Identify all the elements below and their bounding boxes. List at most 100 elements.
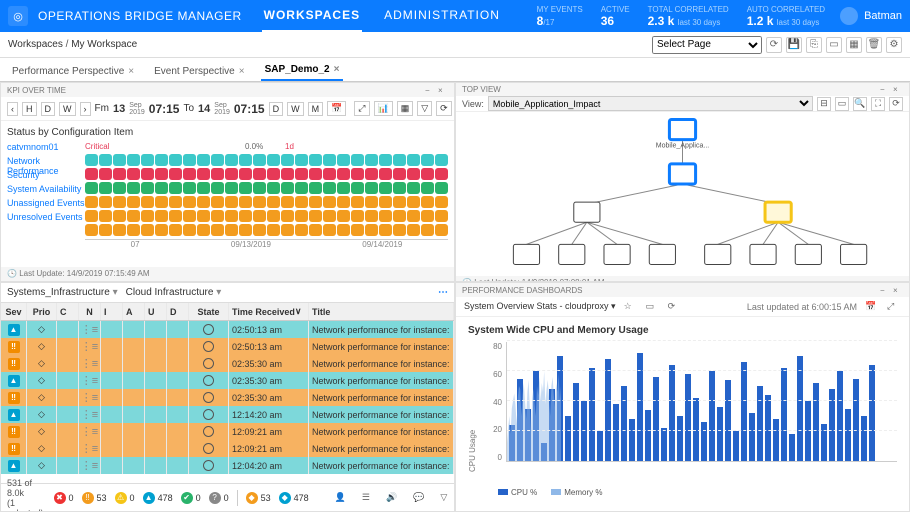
new-icon[interactable]: ▭ xyxy=(646,301,660,312)
kpi-cell[interactable] xyxy=(127,182,140,194)
kpi-cell[interactable] xyxy=(407,154,420,166)
tab-performance-perspective[interactable]: Performance Perspective× xyxy=(8,62,138,81)
kpi-cell[interactable] xyxy=(155,210,168,222)
kpi-cell[interactable] xyxy=(113,224,126,236)
star-icon[interactable]: ☆ xyxy=(624,301,638,312)
kpi-cell[interactable] xyxy=(379,182,392,194)
range-day2[interactable]: D xyxy=(269,102,284,116)
chart-bar[interactable] xyxy=(805,401,811,461)
fit-icon[interactable]: ⛶ xyxy=(871,97,885,111)
chart-bar[interactable] xyxy=(861,416,867,461)
table-icon[interactable]: ▦ xyxy=(397,101,414,116)
severity-count[interactable]: ⚠0 xyxy=(115,492,135,504)
kpi-cell[interactable] xyxy=(267,154,280,166)
kpi-cell[interactable] xyxy=(267,210,280,222)
kpi-cell[interactable] xyxy=(169,154,182,166)
kpi-cell[interactable] xyxy=(211,168,224,180)
tab-event-perspective[interactable]: Event Perspective× xyxy=(150,62,248,81)
user-menu[interactable]: Batman xyxy=(840,7,902,25)
kpi-cell[interactable] xyxy=(295,196,308,208)
chart-bar[interactable] xyxy=(709,371,715,461)
kpi-cell[interactable] xyxy=(239,210,252,222)
kpi-cell[interactable] xyxy=(197,224,210,236)
chart-bar[interactable] xyxy=(669,365,675,461)
kpi-cell[interactable] xyxy=(365,154,378,166)
chart-bar[interactable] xyxy=(845,409,851,462)
kpi-cell[interactable] xyxy=(309,196,322,208)
kpi-cell[interactable] xyxy=(379,224,392,236)
tool-layout-icon[interactable]: ▦ xyxy=(846,37,862,53)
chart-bar[interactable] xyxy=(589,368,595,461)
kpi-cell[interactable] xyxy=(253,168,266,180)
kpi-cell[interactable] xyxy=(337,182,350,194)
kpi-cell[interactable] xyxy=(337,224,350,236)
kpi-cell[interactable] xyxy=(239,154,252,166)
chart-bar[interactable] xyxy=(597,431,603,461)
kpi-cell[interactable] xyxy=(281,168,294,180)
view-selector[interactable]: Mobile_Application_Impact xyxy=(488,96,813,111)
tab-sap-demo-2[interactable]: SAP_Demo_2× xyxy=(261,60,344,81)
kpi-cell[interactable] xyxy=(155,154,168,166)
chat-icon[interactable]: 💬 xyxy=(413,492,424,503)
calendar-icon[interactable]: 📅 xyxy=(865,301,879,312)
tree-icon[interactable]: ⊟ xyxy=(817,97,831,111)
chart-bar[interactable] xyxy=(757,386,763,461)
severity-count[interactable]: ‼53 xyxy=(82,492,107,504)
kpi-cell[interactable] xyxy=(169,182,182,194)
kpi-cell[interactable] xyxy=(197,196,210,208)
kpi-cell[interactable] xyxy=(183,196,196,208)
kpi-cell[interactable] xyxy=(393,196,406,208)
kpi-cell[interactable] xyxy=(393,154,406,166)
chart-bar[interactable] xyxy=(813,383,819,461)
close-icon[interactable]: × xyxy=(438,86,448,95)
kpi-cell[interactable] xyxy=(281,224,294,236)
nav-workspaces[interactable]: WORKSPACES xyxy=(262,0,362,33)
kpi-cell[interactable] xyxy=(253,210,266,222)
kpi-cell[interactable] xyxy=(197,182,210,194)
close-icon[interactable]: × xyxy=(239,66,245,77)
close-icon[interactable]: × xyxy=(334,64,340,75)
expand-icon[interactable]: ⤢ xyxy=(354,101,369,116)
chart-bar[interactable] xyxy=(837,371,843,461)
kpi-cell[interactable] xyxy=(323,154,336,166)
kpi-cell[interactable] xyxy=(253,182,266,194)
table-row[interactable]: ‼◇⋮≡02:35:30 amNetwork performance for i… xyxy=(1,389,454,406)
kpi-cell[interactable] xyxy=(169,168,182,180)
kpi-cell[interactable] xyxy=(295,182,308,194)
chart-bar[interactable] xyxy=(725,380,731,461)
kpi-item[interactable]: Network Performance xyxy=(7,156,85,170)
layout-icon[interactable]: ▭ xyxy=(835,97,849,111)
dashboard-selector[interactable]: System Overview Stats - cloudproxy xyxy=(464,301,616,312)
kpi-cell[interactable] xyxy=(309,210,322,222)
chart-bar[interactable] xyxy=(613,404,619,461)
chart-bar[interactable] xyxy=(765,395,771,461)
expand-icon[interactable]: ⤢ xyxy=(887,301,901,312)
close-icon[interactable]: × xyxy=(893,286,903,295)
chart-bar[interactable] xyxy=(581,401,587,461)
chart-bar[interactable] xyxy=(869,365,875,461)
page-selector[interactable]: Select Page xyxy=(652,36,762,54)
kpi-cell[interactable] xyxy=(127,154,140,166)
kpi-cell[interactable] xyxy=(323,168,336,180)
kpi-cell[interactable] xyxy=(113,168,126,180)
calendar-icon[interactable]: 📅 xyxy=(327,101,346,116)
kpi-cell[interactable] xyxy=(365,182,378,194)
table-row[interactable]: ‼◇⋮≡12:09:21 amNetwork performance for i… xyxy=(1,423,454,440)
kpi-cell[interactable] xyxy=(435,224,448,236)
kpi-cell[interactable] xyxy=(239,168,252,180)
kpi-cell[interactable] xyxy=(141,196,154,208)
kpi-cell[interactable] xyxy=(85,196,98,208)
kpi-cell[interactable] xyxy=(253,196,266,208)
chart-icon[interactable]: 📊 xyxy=(374,101,393,116)
kpi-cell[interactable] xyxy=(183,182,196,194)
chart-bar[interactable] xyxy=(677,416,683,461)
range-week2[interactable]: W xyxy=(287,102,304,116)
filter-systems[interactable]: Systems_Infrastructure xyxy=(7,287,118,298)
kpi-cell[interactable] xyxy=(337,196,350,208)
zoom-icon[interactable]: 🔍 xyxy=(853,97,867,111)
severity-count[interactable]: ?0 xyxy=(209,492,229,504)
chart-bar[interactable] xyxy=(781,368,787,461)
close-icon[interactable]: × xyxy=(893,85,903,94)
kpi-cell[interactable] xyxy=(337,168,350,180)
breadcrumb-root[interactable]: Workspaces xyxy=(8,39,63,50)
